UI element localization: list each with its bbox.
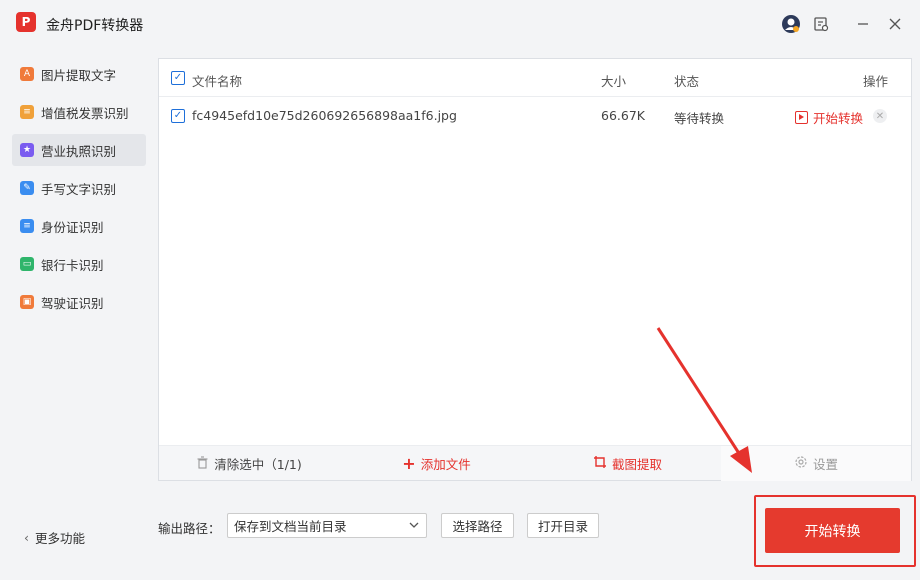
file-status: 等待转换: [674, 111, 725, 126]
header-status: 状态: [674, 74, 700, 89]
close-icon[interactable]: [884, 13, 906, 35]
add-file-button[interactable]: + 添加文件: [339, 446, 534, 481]
sidebar-item-invoice[interactable]: ≡ 增值税发票识别: [12, 96, 146, 128]
trash-icon: [196, 455, 209, 472]
sidebar-item-bank-card[interactable]: ▭ 银行卡识别: [12, 248, 146, 280]
sidebar-item-driver-license[interactable]: ▣ 驾驶证识别: [12, 286, 146, 318]
title-bar: P 金舟PDF转换器: [0, 0, 920, 48]
row-start-convert-button[interactable]: 开始转换: [795, 108, 863, 127]
output-path-label: 输出路径：: [158, 521, 221, 536]
header-size: 大小: [601, 74, 627, 89]
open-directory-button[interactable]: 打开目录: [527, 513, 599, 538]
handwriting-icon: ✎: [20, 181, 34, 195]
app-logo-icon: P: [16, 12, 36, 32]
avatar-icon[interactable]: [780, 13, 802, 35]
screenshot-extract-button[interactable]: 截图提取: [534, 446, 721, 481]
settings-label: 设置: [812, 457, 838, 472]
file-list-panel: ✓ 文件名称 大小 状态 操作 ✓ fc4945efd10e75d2606926…: [158, 58, 912, 481]
header-action: 操作: [863, 74, 889, 89]
clear-selected-button[interactable]: 清除选中（1/1): [159, 446, 339, 481]
file-size: 66.67K: [601, 108, 645, 123]
file-name: fc4945efd10e75d260692656898aa1f6.jpg: [192, 108, 457, 123]
image-text-icon: A: [20, 67, 34, 81]
sidebar-item-label: 银行卡识别: [41, 257, 104, 273]
play-icon: [795, 111, 808, 124]
chevron-down-icon: [409, 518, 419, 535]
header-file-name: 文件名称: [192, 74, 243, 89]
id-card-icon: ≡: [20, 219, 34, 233]
feedback-icon[interactable]: [810, 13, 832, 35]
sidebar-item-business-license[interactable]: ★ 营业执照识别: [12, 134, 146, 166]
screenshot-extract-label: 截图提取: [611, 457, 662, 472]
sidebar-item-label: 营业执照识别: [41, 143, 117, 159]
remove-row-icon[interactable]: ✕: [873, 109, 887, 123]
license-icon: ★: [20, 143, 34, 157]
crop-icon: [593, 455, 607, 472]
more-features-label: 更多功能: [35, 531, 86, 546]
panel-footer: 清除选中（1/1) + 添加文件 截图提取 设置: [159, 445, 911, 481]
start-convert-button[interactable]: 开始转换: [765, 508, 900, 553]
more-features-link[interactable]: ‹ 更多功能: [24, 528, 85, 547]
sidebar-item-label: 手写文字识别: [41, 181, 117, 197]
sidebar-item-id-card[interactable]: ≡ 身份证识别: [12, 210, 146, 242]
select-all-checkbox[interactable]: ✓: [171, 71, 185, 85]
plus-icon: +: [402, 454, 416, 473]
add-file-label: 添加文件: [420, 457, 471, 472]
settings-button[interactable]: 设置: [721, 446, 911, 481]
clear-selected-label: 清除选中（1/1): [214, 457, 302, 472]
bank-card-icon: ▭: [20, 257, 34, 271]
output-path-value: 保存到文档当前目录: [234, 519, 347, 534]
chevron-left-icon: ‹: [24, 530, 29, 545]
app-title: 金舟PDF转换器: [46, 18, 144, 34]
gear-icon: [794, 455, 808, 472]
sidebar-item-label: 身份证识别: [41, 219, 104, 235]
sidebar-item-handwriting[interactable]: ✎ 手写文字识别: [12, 172, 146, 204]
driver-license-icon: ▣: [20, 295, 34, 309]
sidebar-item-label: 图片提取文字: [41, 67, 117, 83]
sidebar-item-label: 增值税发票识别: [41, 105, 129, 121]
table-header: ✓ 文件名称 大小 状态 操作: [159, 59, 911, 97]
sidebar-item-label: 驾驶证识别: [41, 295, 104, 311]
output-path-select[interactable]: 保存到文档当前目录: [227, 513, 427, 538]
row-start-convert-label: 开始转换: [813, 111, 864, 126]
minimize-icon[interactable]: [852, 13, 874, 35]
row-checkbox[interactable]: ✓: [171, 109, 185, 123]
invoice-icon: ≡: [20, 105, 34, 119]
choose-path-button[interactable]: 选择路径: [441, 513, 514, 538]
table-row[interactable]: ✓ fc4945efd10e75d260692656898aa1f6.jpg 6…: [159, 97, 911, 135]
sidebar-item-image-text[interactable]: A 图片提取文字: [12, 58, 146, 90]
